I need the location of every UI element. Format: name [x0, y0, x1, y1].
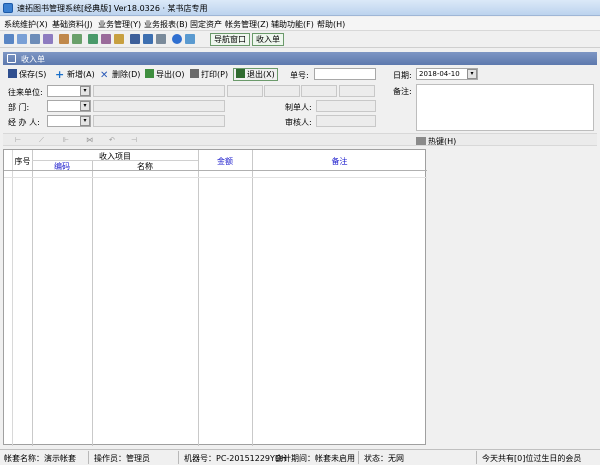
handler-dropdown-icon[interactable]: ▾ — [80, 116, 90, 126]
window-title: 速拓图书管理系统[经典版] Ver18.0326 · 某书店专用 — [17, 4, 208, 13]
status-machine: 机器号：PC-20151229YDH — [184, 454, 288, 463]
users-icon[interactable] — [88, 34, 98, 44]
handler-name-field — [93, 115, 225, 127]
remark-textarea[interactable] — [416, 84, 594, 131]
order-no-input[interactable] — [314, 68, 376, 80]
date-label: 日期: — [393, 71, 412, 80]
menu-help[interactable]: 帮助(H) — [317, 19, 345, 30]
delete-button[interactable]: ✕ 删除(D) — [100, 68, 140, 81]
delete-label: 删除(D) — [112, 70, 141, 79]
exit-label: 退出(X) — [247, 70, 275, 79]
mark-icon[interactable]: ⋈ — [86, 136, 93, 144]
title-bar: 速拓图书管理系统[经典版] Ver18.0326 · 某书店专用 — [0, 0, 600, 16]
items-grid[interactable]: 序号 收入项目 编码 名称 金额 备注 — [3, 149, 427, 446]
menu-bar: 系统维护(X) 基础资料(J) 业务管理(Y) 业务报表(B) 固定资产 帐务管… — [0, 17, 600, 31]
status-account: 帐套名称：演示帐套 — [4, 454, 76, 463]
printer-icon — [190, 69, 199, 78]
menu-reports[interactable]: 业务报表(B) — [144, 19, 188, 30]
partner-info-field-4 — [339, 85, 375, 97]
grid-toolbar: ⊢ ⟋ ⊩ ⋈ ↶ ⊣ 热键(H) — [3, 133, 597, 146]
keyboard-icon — [416, 137, 426, 145]
partner-info-field-3 — [301, 85, 337, 97]
exit-button[interactable]: 退出(X) — [233, 68, 278, 81]
menu-basic-data[interactable]: 基础资料(J) — [52, 19, 93, 30]
handler-label: 经 办 人: — [8, 118, 40, 127]
auditor-field — [316, 115, 376, 127]
export-button[interactable]: 导出(O) — [145, 68, 185, 81]
save-label: 保存(S) — [19, 70, 47, 79]
dept-name-field — [93, 100, 225, 112]
menu-tools[interactable]: 辅助功能(F) — [271, 19, 314, 30]
partner-dropdown-icon[interactable]: ▾ — [80, 86, 90, 96]
col-code-header: 编码 — [54, 162, 70, 171]
maker-label: 制单人: — [285, 103, 312, 112]
maker-field — [316, 100, 376, 112]
partner-info-field-2 — [264, 85, 300, 97]
print-icon[interactable] — [156, 34, 166, 44]
auditor-label: 审核人: — [285, 118, 312, 127]
menu-business[interactable]: 业务管理(Y) — [98, 19, 141, 30]
add-button[interactable]: + 新增(A) — [55, 68, 95, 81]
panel-title: 收入单 — [21, 55, 45, 64]
plus-icon: + — [55, 68, 65, 81]
prev-record-icon[interactable]: ⟋ — [39, 136, 44, 145]
transfer-icon[interactable] — [101, 34, 111, 44]
report-icon[interactable] — [72, 34, 82, 44]
hotkey-button[interactable]: 热键(H) — [416, 136, 456, 147]
delete-icon: ✕ — [100, 70, 109, 81]
first-record-icon[interactable]: ⊢ — [15, 136, 21, 144]
partner-name-field — [93, 85, 225, 97]
folder-icon[interactable] — [114, 34, 124, 44]
list-icon[interactable] — [17, 34, 27, 44]
print-label: 打印(P) — [201, 70, 229, 79]
export-icon — [145, 69, 154, 78]
help-icon[interactable] — [172, 34, 182, 44]
dept-label: 部 门: — [8, 103, 30, 112]
menu-accounts[interactable]: 帐务管理(Z) — [225, 19, 269, 30]
menu-fixed-assets[interactable]: 固定资产 — [190, 19, 222, 30]
app-icon — [3, 3, 13, 13]
window-icon[interactable] — [4, 34, 14, 44]
status-birthday: 今天共有[0]位过生日的会员 — [482, 454, 582, 463]
calc-icon[interactable] — [130, 34, 140, 44]
print-button[interactable]: 打印(P) — [190, 68, 228, 81]
income-form: 保存(S) + 新增(A) ✕ 删除(D) 导出(O) 打印(P) 退出(X) 单号… — [3, 65, 597, 446]
edit-icon[interactable] — [59, 34, 69, 44]
order-no-label: 单号: — [290, 71, 309, 80]
add-label: 新增(A) — [67, 70, 95, 79]
main-toolbar: 导航窗口 收入单 — [0, 31, 600, 48]
save-icon — [8, 69, 17, 78]
status-period: 会计期间：帐套未启用 — [275, 454, 355, 463]
card-icon[interactable] — [30, 34, 40, 44]
app-window: 速拓图书管理系统[经典版] Ver18.0326 · 某书店专用 系统维护(X)… — [0, 0, 600, 465]
export-label: 导出(O) — [156, 70, 185, 79]
panel-icon — [7, 54, 16, 63]
col-name-header: 名称 — [137, 162, 153, 171]
flag-icon[interactable]: ⊩ — [63, 136, 69, 144]
status-network: 状态：无网 — [364, 454, 404, 463]
menu-system[interactable]: 系统维护(X) — [4, 19, 48, 30]
col-seq-header: 序号 — [14, 157, 31, 166]
panel-title-bar: 收入单 — [3, 52, 597, 65]
partner-label: 往来单位: — [8, 88, 43, 97]
status-operator: 操作员：管理员 — [94, 454, 150, 463]
hotkey-label: 热键(H) — [428, 137, 457, 146]
save-disk-icon[interactable] — [143, 34, 153, 44]
col-amount-header: 金额 — [217, 157, 233, 166]
col-remark-header: 备注 — [331, 157, 348, 166]
undo-icon[interactable]: ↶ — [109, 136, 115, 144]
last-record-icon[interactable]: ⊣ — [131, 136, 137, 144]
save-button[interactable]: 保存(S) — [8, 68, 46, 81]
date-dropdown-icon[interactable]: ▾ — [467, 69, 477, 79]
stack-icon[interactable] — [43, 34, 53, 44]
info-icon[interactable] — [185, 34, 195, 44]
exit-icon — [236, 69, 245, 78]
partner-info-field-1 — [227, 85, 263, 97]
remark-label: 备注: — [393, 87, 412, 96]
income-order-tab[interactable]: 收入单 — [252, 33, 284, 46]
nav-window-button[interactable]: 导航窗口 — [210, 33, 250, 46]
dept-dropdown-icon[interactable]: ▾ — [80, 101, 90, 111]
status-bar: 帐套名称：演示帐套 操作员：管理员 机器号：PC-20151229YDH 会计期… — [0, 449, 600, 465]
